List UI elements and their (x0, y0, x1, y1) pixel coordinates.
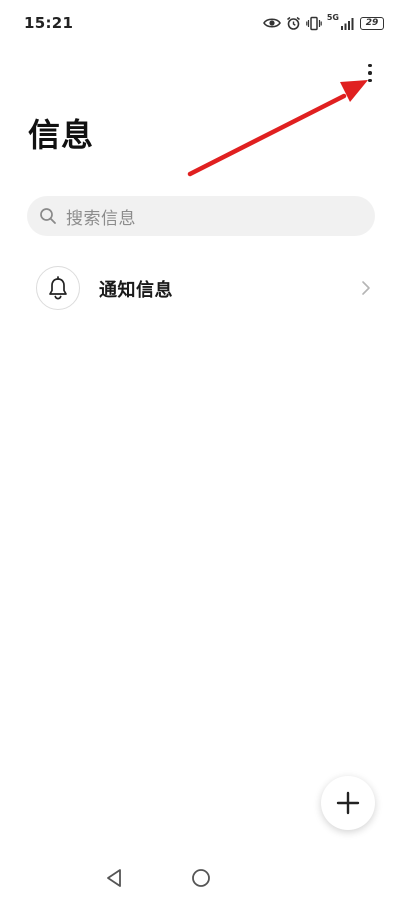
vibrate-icon (306, 16, 322, 31)
messages-screen: 15:21 5G 29 信息 搜索信息 通知信息 (0, 0, 402, 900)
network-type-label: 5G (326, 13, 339, 22)
chevron-right-icon (362, 281, 370, 295)
search-icon (40, 208, 56, 224)
add-message-button[interactable] (321, 776, 375, 830)
page-title: 信息 (28, 116, 95, 154)
status-bar: 15:21 5G 29 (0, 0, 402, 44)
more-vertical-icon (368, 63, 372, 68)
list-item-notifications[interactable]: 通知信息 (0, 256, 402, 320)
nav-home-button[interactable] (191, 868, 211, 892)
list-item-label: 通知信息 (99, 280, 173, 301)
search-input[interactable]: 搜索信息 (27, 196, 375, 236)
bell-avatar (36, 266, 80, 310)
status-time: 15:21 (24, 14, 74, 32)
bell-icon (49, 276, 67, 300)
nav-back-button[interactable] (104, 868, 124, 892)
status-icons: 5G 29 (262, 13, 384, 33)
back-triangle-icon (107, 869, 121, 887)
alarm-icon (286, 16, 301, 31)
battery-level: 29 (360, 16, 384, 30)
home-circle-icon (192, 869, 210, 887)
plus-icon (336, 791, 360, 815)
search-placeholder: 搜索信息 (66, 208, 136, 229)
battery-icon: 29 (360, 16, 384, 30)
eye-icon (262, 17, 281, 29)
system-nav-bar (0, 856, 402, 900)
signal-icon (341, 17, 355, 30)
more-options-button[interactable] (356, 56, 384, 90)
